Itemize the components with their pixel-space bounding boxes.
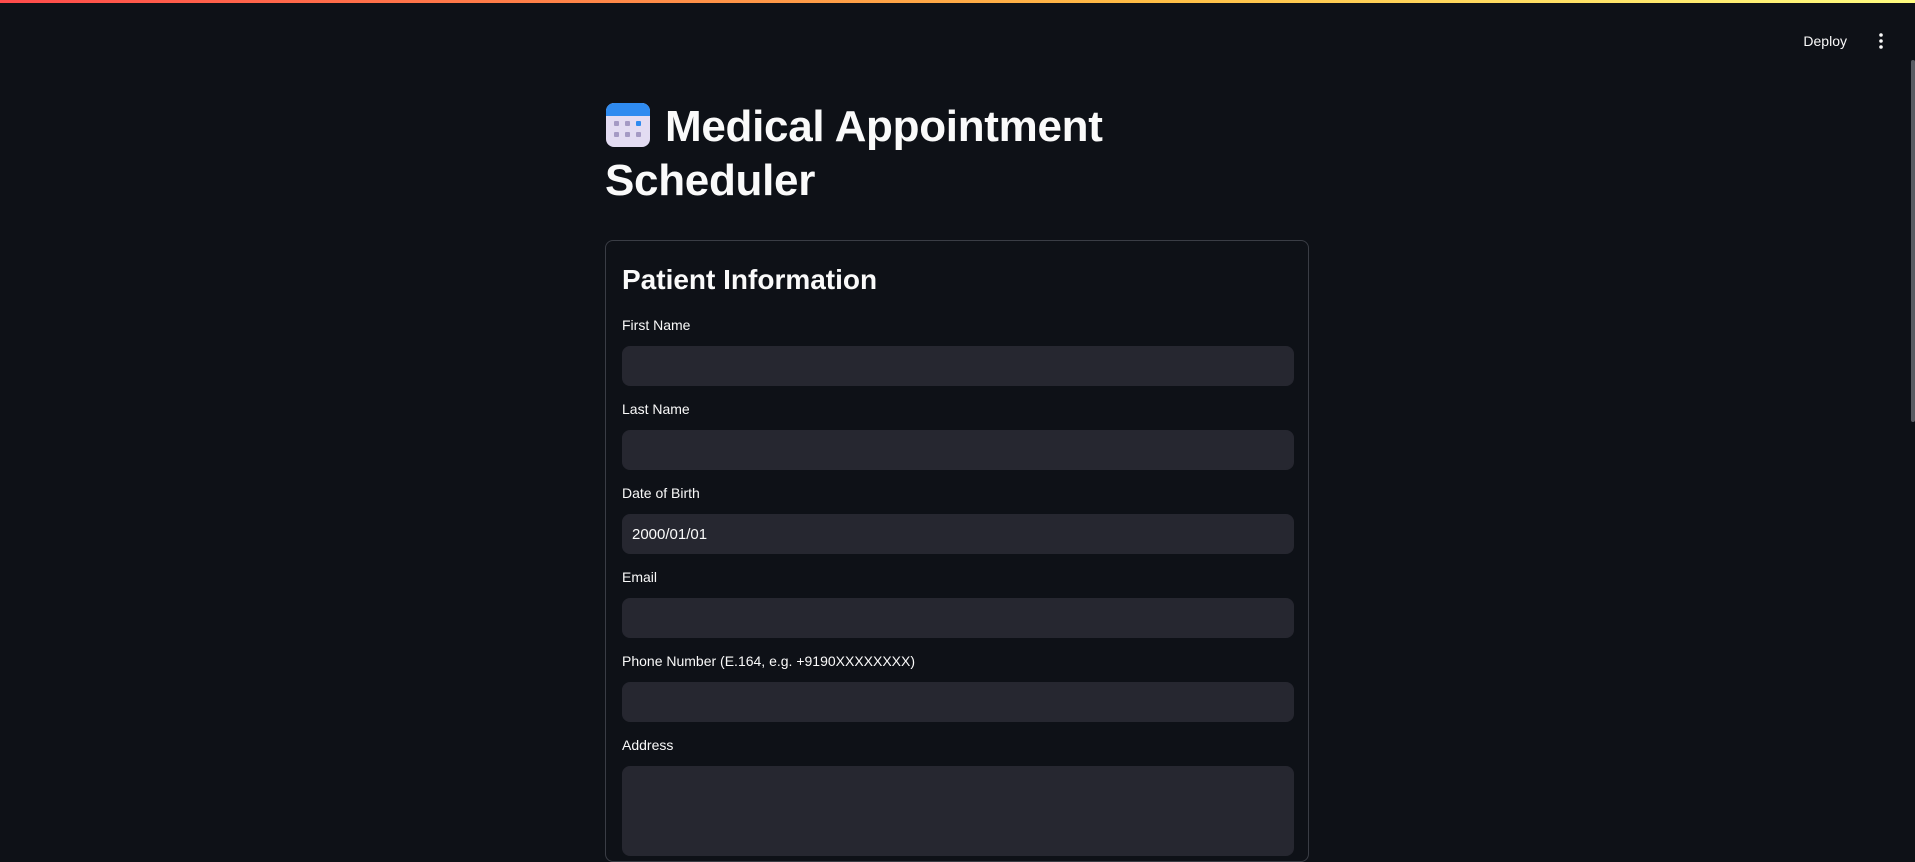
date-of-birth-field: Date of Birth (622, 483, 1294, 554)
address-field: Address (622, 735, 1294, 856)
calendar-icon (606, 103, 650, 147)
app-header: Deploy (0, 3, 1915, 73)
address-textarea[interactable] (622, 766, 1294, 856)
main-content: Medical Appointment Scheduler Patient In… (605, 100, 1309, 862)
scrollbar[interactable] (1911, 60, 1915, 422)
page-title: Medical Appointment Scheduler (605, 100, 1125, 208)
first-name-field: First Name (622, 315, 1294, 386)
vertical-ellipsis-icon (1879, 33, 1883, 49)
phone-number-label: Phone Number (E.164, e.g. +9190XXXXXXXX) (622, 653, 916, 669)
patient-form: Patient Information First Name Last Name… (605, 240, 1309, 862)
phone-number-input[interactable] (622, 682, 1294, 722)
page-title-text: Medical Appointment Scheduler (605, 102, 1103, 205)
date-of-birth-input[interactable] (622, 514, 1294, 554)
main-menu-button[interactable] (1869, 25, 1893, 57)
first-name-input[interactable] (622, 346, 1294, 386)
deploy-button[interactable]: Deploy (1795, 25, 1855, 57)
form-heading: Patient Information (622, 264, 878, 295)
email-label: Email (622, 569, 658, 585)
last-name-input[interactable] (622, 430, 1294, 470)
date-of-birth-label: Date of Birth (622, 485, 700, 501)
last-name-field: Last Name (622, 399, 1294, 470)
address-label: Address (622, 737, 674, 753)
email-input[interactable] (622, 598, 1294, 638)
first-name-label: First Name (622, 317, 691, 333)
last-name-label: Last Name (622, 401, 690, 417)
phone-number-field: Phone Number (E.164, e.g. +9190XXXXXXXX) (622, 651, 1294, 722)
email-field: Email (622, 567, 1294, 638)
